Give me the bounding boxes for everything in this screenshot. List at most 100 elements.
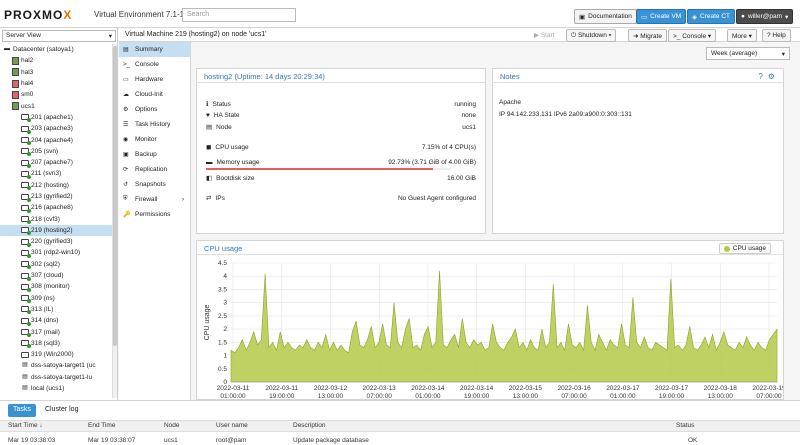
tree-item-vm[interactable]: 205 (svn)	[0, 146, 117, 157]
y-tick-label: 4	[223, 273, 227, 280]
tree-item-vm[interactable]: 318 (sql3)	[0, 338, 117, 349]
timeframe-select[interactable]: Week (average) ▾	[706, 47, 790, 60]
chart-legend-cpu-usage[interactable]: CPU usage	[718, 243, 771, 254]
x-tick-time: 01:00:00	[220, 393, 246, 399]
tree-item-vm[interactable]: 313 (IL)	[0, 304, 117, 315]
cpu-usage-value: 7.15% of 4 CPU(s)	[421, 143, 476, 151]
nav-label: Summary	[135, 46, 163, 53]
tab-tasks[interactable]: Tasks	[8, 404, 36, 417]
nav-cloud-init[interactable]: ☁ Cloud-Init	[119, 87, 190, 102]
tree-item-vm[interactable]: 219 (hosting2)	[0, 224, 117, 237]
help-button[interactable]: ? Help	[762, 29, 791, 42]
tree-item-vm[interactable]: 302 (sql2)	[0, 259, 117, 270]
nav-options[interactable]: ⚙ Options	[119, 102, 190, 117]
tree-item-vm[interactable]: 216 (apache8)	[0, 202, 117, 213]
tree-item-label: hal4	[21, 80, 34, 88]
tree-scrollbar[interactable]	[112, 44, 117, 398]
col-description[interactable]: Description	[293, 422, 326, 429]
nav-firewall[interactable]: ⛨ Firewall ›	[119, 192, 190, 207]
console-button[interactable]: >_ Console ▾	[668, 29, 717, 42]
notes-line-1: Apache	[499, 99, 522, 106]
vm-running-icon	[21, 182, 31, 191]
migrate-button[interactable]: ➜ Migrate	[628, 29, 667, 42]
tree-item-vm[interactable]: 203 (apache3)	[0, 123, 117, 134]
tree-item-vm[interactable]: 212 (hosting)	[0, 180, 117, 191]
nav-replication[interactable]: ⟳ Replication	[119, 162, 190, 177]
tree-item-vm[interactable]: 204 (apache4)	[0, 134, 117, 146]
x-tick-time: 19:00:00	[464, 393, 490, 399]
cpu-chart-panel: CPU usage CPU usage 0 0.5 1 1.5 2 2.5 3 3.5 4 4.5…	[196, 240, 784, 400]
tree-item-vm[interactable]: 201 (apache1)	[0, 112, 117, 123]
shutdown-button[interactable]: ⏻ Shutdown ▾	[566, 29, 617, 42]
server-view-select[interactable]: Server View ▾	[2, 30, 116, 42]
vm-running-icon	[21, 137, 31, 146]
nav-snapshots[interactable]: ↺ Snapshots	[119, 177, 190, 192]
gear-icon[interactable]: ⚙	[768, 72, 775, 81]
col-user-name[interactable]: User name	[216, 422, 248, 429]
tree-item-label: 212 (hosting)	[31, 181, 69, 189]
nav-task-history[interactable]: ☰ Task History	[119, 117, 190, 132]
nav-backup[interactable]: ▣ Backup	[119, 147, 190, 162]
tree-item-vm[interactable]: 317 (mail)	[0, 326, 117, 338]
nav-permissions[interactable]: 🔑 Permissions	[119, 207, 190, 222]
tree-item-datacenter[interactable]: ▬ Datacenter (satoya1)	[0, 44, 117, 55]
vm-running-icon	[21, 125, 31, 134]
memory-usage-bar-fill	[206, 168, 434, 170]
tree-item-vm[interactable]: 319 (Win2000)	[0, 349, 117, 360]
nav-summary[interactable]: ▤ Summary	[119, 42, 190, 57]
vm-running-icon	[21, 170, 31, 179]
tree-item-vm[interactable]: 307 (cloud)	[0, 270, 117, 281]
nav-console[interactable]: >_ Console	[119, 57, 190, 72]
x-tick-date: 2022-03-19	[752, 385, 783, 392]
vm-stopped-icon	[21, 351, 29, 358]
col-end-time[interactable]: End Time	[88, 422, 115, 429]
tree-item-node[interactable]: hal3	[0, 67, 117, 78]
tree-item-label: 308 (monitor)	[31, 283, 70, 291]
col-node[interactable]: Node	[164, 422, 180, 429]
tree-item-storage[interactable]: ▤ local (ucs1)	[0, 383, 117, 394]
more-button[interactable]: More ▾	[727, 29, 757, 42]
tree-item-node[interactable]: sm0	[0, 89, 117, 100]
create-ct-button[interactable]: ◈ Create CT	[687, 9, 735, 24]
user-icon: ●	[741, 13, 745, 20]
tree-item-storage[interactable]: ▤ dss-satoya-target1-lu	[0, 372, 117, 383]
tree-item-label: 201 (apache1)	[31, 113, 73, 121]
x-tick-date: 2022-03-18	[704, 385, 738, 392]
tree-item-vm[interactable]: 220 (gyrified3)	[0, 236, 117, 247]
tree-item-label: hal2	[21, 57, 34, 65]
tree-item-node[interactable]: hal4	[0, 78, 117, 89]
tree-item-node[interactable]: hal2	[0, 55, 117, 66]
col-status[interactable]: Status	[676, 422, 694, 429]
x-tick-time: 07:00:00	[561, 393, 587, 399]
tree-item-storage[interactable]: ▤ dss-satoya-target1 (uc	[0, 360, 117, 371]
documentation-button[interactable]: ▣ Documentation	[574, 9, 637, 24]
user-menu-button[interactable]: ● willer@pam ▾	[736, 9, 794, 24]
vm-running-icon	[21, 306, 31, 315]
tree-item-label: local (ucs1)	[31, 385, 65, 393]
node-icon	[12, 102, 19, 111]
tree-item-vm[interactable]: 309 (ns)	[0, 293, 117, 304]
tree-item-vm[interactable]: 211 (svn3)	[0, 168, 117, 179]
tree-item-vm[interactable]: 218 (cvf3)	[0, 213, 117, 225]
create-vm-button[interactable]: ▭ Create VM	[636, 9, 687, 24]
start-button[interactable]: ▶ Start	[530, 29, 559, 42]
chevron-right-icon: ›	[181, 196, 184, 203]
tree-item-vm[interactable]: 308 (monitor)	[0, 281, 117, 292]
tree-item-vm[interactable]: 213 (gyrified2)	[0, 191, 117, 202]
nav-hardware[interactable]: ▭ Hardware	[119, 72, 190, 87]
nav-icon: ▣	[123, 152, 129, 158]
tab-cluster-log[interactable]: Cluster log	[40, 404, 83, 417]
tree-item-vm[interactable]: 207 (apache7)	[0, 157, 117, 168]
tree-item-node[interactable]: ucs1	[0, 100, 117, 111]
y-tick-label: 2.5	[218, 313, 227, 320]
tree-item-vm[interactable]: 314 (dns)	[0, 315, 117, 326]
tree-item-vm[interactable]: 301 (rdp2-win10)	[0, 247, 117, 258]
y-tick-label: 2	[223, 326, 227, 333]
search-input[interactable]: Search	[182, 8, 296, 22]
col-start-time[interactable]: Start Time ↓	[8, 422, 43, 429]
nav-monitor[interactable]: ◉ Monitor	[119, 132, 190, 147]
nav-icon: ☁	[123, 92, 129, 98]
x-tick-time: 13:00:00	[708, 393, 734, 399]
tree-item-label: 319 (Win2000)	[31, 351, 74, 359]
help-icon[interactable]: ?	[759, 72, 763, 81]
